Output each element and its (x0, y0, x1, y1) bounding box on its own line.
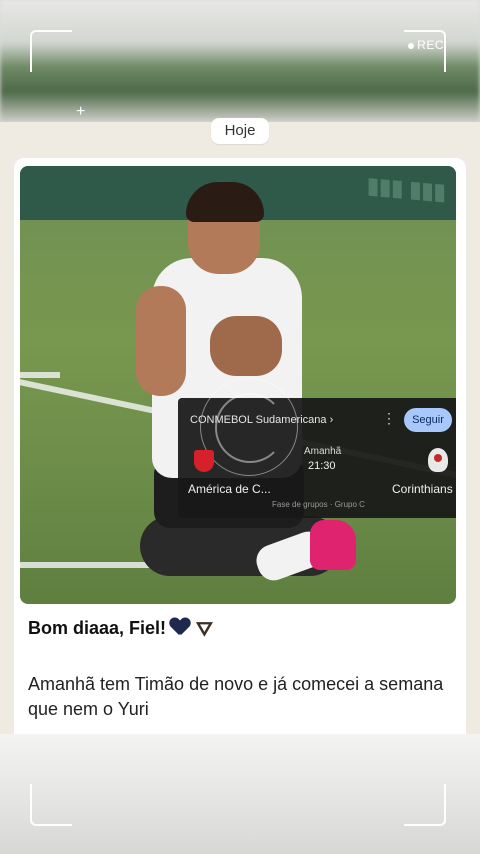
player-arm-left (136, 286, 186, 396)
player-arm-right (210, 316, 282, 376)
eagle-icon: ⛛ (196, 619, 213, 641)
more-vert-icon[interactable]: ⋮ (382, 410, 396, 427)
camera-frame-corner (30, 784, 72, 826)
loading-spinner (200, 378, 298, 476)
message-bubble[interactable]: ▮▮▮ ▮▮▮ CONMEBOL Sudamericana › ⋮ Seguir… (14, 158, 466, 734)
media-photo[interactable]: ▮▮▮ ▮▮▮ CONMEBOL Sudamericana › ⋮ Seguir… (20, 166, 456, 604)
rec-dot-icon (408, 42, 415, 49)
rec-indicator: REC (408, 38, 444, 52)
camera-frame-corner (30, 30, 72, 72)
league-link[interactable]: CONMEBOL Sudamericana › (190, 414, 333, 426)
home-team-crest-icon (194, 450, 214, 472)
away-team-crest-icon (428, 448, 448, 472)
crosshair-icon: + (76, 103, 86, 120)
score-card[interactable]: CONMEBOL Sudamericana › ⋮ Seguir Amanhã … (178, 378, 456, 518)
away-team-name: Corinthians (392, 482, 453, 496)
date-chip: Hoje (211, 118, 269, 144)
home-team-name: América de C... (188, 482, 271, 496)
match-day: Amanhã (304, 446, 342, 457)
message-title-text: Bom diaaa, Fiel! (28, 618, 167, 638)
blue-heart-icon (170, 618, 190, 636)
rec-label: REC (417, 38, 444, 52)
camera-frame-corner (404, 784, 446, 826)
banner-text-decor: ▮▮▮ ▮▮▮ (367, 172, 446, 205)
match-phase: Fase de grupos · Grupo C (272, 500, 365, 509)
match-time: 21:30 (308, 460, 336, 472)
follow-button[interactable]: Seguir (404, 408, 452, 432)
message-body: Amanhã tem Timão de novo e já comecei a … (28, 674, 444, 719)
pitch-line (20, 372, 60, 378)
player-boot (310, 520, 356, 570)
message-title: Bom diaaa, Fiel! ⛛ (28, 618, 213, 642)
